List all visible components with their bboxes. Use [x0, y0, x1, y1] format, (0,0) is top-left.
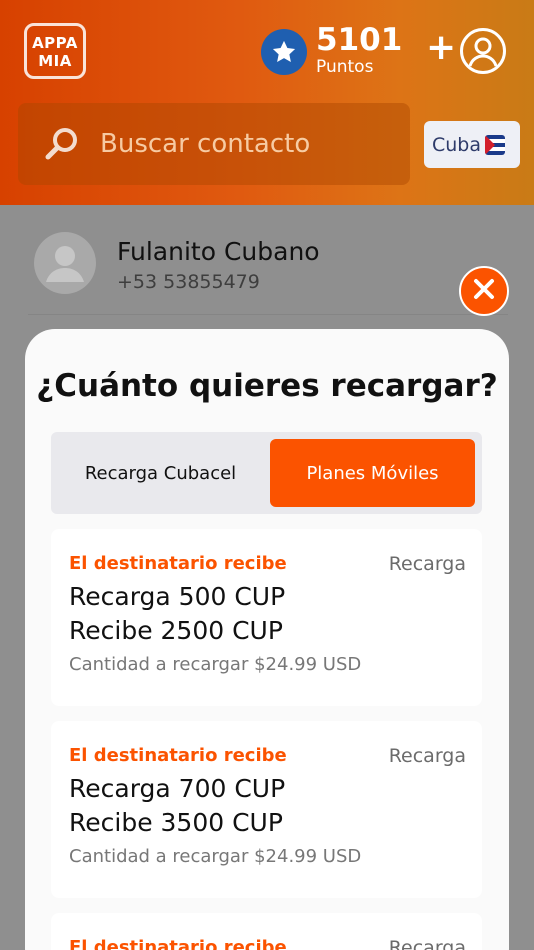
cuba-flag-icon [485, 134, 506, 155]
recharge-modal: ¿Cuánto quieres recargar? Recarga Cubace… [25, 329, 509, 950]
points-value: 5101 [316, 22, 403, 58]
country-selector-button[interactable]: Cuba [424, 121, 520, 168]
plan-card-tag: El destinatario recibe [69, 553, 287, 574]
plan-card[interactable]: El destinatario recibe Recarga [51, 913, 482, 950]
close-icon [472, 277, 496, 305]
plan-card-recharge: Recarga 500 CUP [69, 582, 286, 611]
app-logo[interactable]: APPA MIA [24, 23, 86, 79]
plan-card[interactable]: El destinatario recibe Recarga Recarga 5… [51, 529, 482, 706]
search-bar[interactable]: Buscar contacto [18, 103, 410, 185]
app-header: APPA MIA 5101 Puntos + Buscar contacto C… [0, 0, 534, 205]
plan-card-receive: Recibe 2500 CUP [69, 616, 283, 645]
contact-phone: +53 53855479 [117, 271, 260, 293]
plan-card-type: Recarga [388, 553, 466, 575]
plan-card[interactable]: El destinatario recibe Recarga Recarga 7… [51, 721, 482, 898]
search-input[interactable]: Buscar contacto [100, 127, 310, 161]
logo-text-bottom: MIA [38, 52, 72, 70]
plan-card-amount: Cantidad a recargar $24.99 USD [69, 846, 362, 867]
plan-card-tag: El destinatario recibe [69, 937, 287, 950]
modal-title: ¿Cuánto quieres recargar? [36, 368, 498, 404]
user-profile-icon[interactable] [460, 28, 506, 74]
plan-card-type: Recarga [388, 937, 466, 950]
points-label: Puntos [316, 57, 374, 77]
close-modal-button[interactable] [459, 266, 509, 316]
contact-divider [28, 314, 508, 315]
contact-avatar [34, 232, 96, 294]
tab-recarga-cubacel[interactable]: Recarga Cubacel [51, 432, 270, 514]
plan-card-receive: Recibe 3500 CUP [69, 808, 283, 837]
star-icon [261, 29, 307, 75]
contact-name: Fulanito Cubano [117, 237, 320, 266]
plan-type-toggle: Recarga Cubacel Planes Móviles [51, 432, 482, 514]
plan-card-tag: El destinatario recibe [69, 745, 287, 766]
add-contact-plus-icon[interactable]: + [426, 28, 456, 68]
plan-card-amount: Cantidad a recargar $24.99 USD [69, 654, 362, 675]
country-label: Cuba [432, 133, 482, 156]
plan-card-type: Recarga [388, 745, 466, 767]
search-icon [42, 124, 82, 168]
logo-text-top: APPA [32, 34, 78, 52]
plan-card-recharge: Recarga 700 CUP [69, 774, 286, 803]
tab-planes-moviles[interactable]: Planes Móviles [270, 439, 475, 507]
